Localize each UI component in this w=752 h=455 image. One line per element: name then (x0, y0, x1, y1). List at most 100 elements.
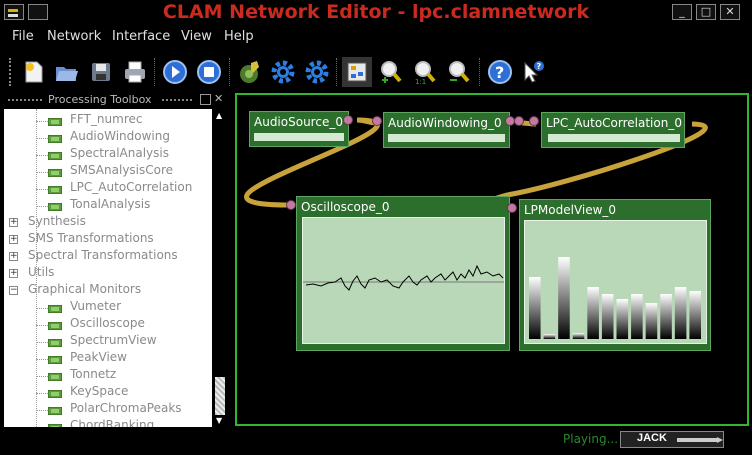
toolbox-leaf-item[interactable]: Tonnetz (47, 367, 116, 382)
toolbox-leaf-label: KeySpace (70, 384, 129, 398)
expand-toggle[interactable]: + (9, 269, 18, 278)
lpmodel-bar (587, 287, 599, 339)
toolbox-leaf-item[interactable]: AudioWindowing (47, 129, 170, 144)
expand-toggle[interactable]: + (9, 235, 18, 244)
backend-icon[interactable] (302, 57, 332, 87)
toolbox-leaf-item[interactable]: FFT_numrec (47, 112, 143, 127)
print-icon[interactable] (120, 57, 150, 87)
compile-icon[interactable] (235, 57, 265, 87)
toolbar-separator (229, 58, 231, 86)
toolbox-leaf-label: FFT_numrec (70, 112, 143, 126)
toolbar: 1:1 ? ? (0, 52, 752, 92)
toolbox-leaf-label: LPC_AutoCorrelation (70, 180, 193, 194)
out-port[interactable] (343, 115, 353, 125)
tree-branch-line (36, 359, 50, 360)
toolbox-category[interactable]: Graphical Monitors (28, 282, 141, 296)
processing-name: LPC_AutoCorrelation_0 (546, 116, 682, 130)
lpmodel-bar (558, 257, 570, 339)
toolbar-grip[interactable] (9, 58, 13, 86)
processing-icon (47, 302, 63, 314)
processing-name: AudioWindowing_0 (388, 116, 502, 130)
toolbox-leaf-label: Vumeter (70, 299, 122, 313)
in-port[interactable] (514, 116, 524, 126)
processing-lpc-autocorrelation[interactable]: LPC_AutoCorrelation_0 (541, 112, 685, 148)
toolbox-leaf-item[interactable]: SpectrumView (47, 333, 157, 348)
main-window: CLAM Network Editor - lpc.clamnetwork _ … (0, 0, 752, 455)
toolbox-leaf-label: PolarChromaPeaks (70, 401, 182, 415)
toolbar-separator (479, 58, 481, 86)
maximize-button[interactable]: □ (696, 4, 716, 20)
in-port[interactable] (507, 203, 517, 213)
toolbox-leaf-item[interactable]: PeakView (47, 350, 127, 365)
processing-icon (47, 115, 63, 127)
toolbox-scrollbar[interactable]: ▲ ▼ (212, 109, 228, 427)
scroll-thumb[interactable] (215, 377, 225, 415)
settings-icon[interactable] (268, 57, 298, 87)
toolbox-leaf-item[interactable]: PolarChromaPeaks (47, 401, 182, 416)
menu-network[interactable]: Network (47, 29, 101, 44)
lpmodel-bar (543, 334, 556, 339)
zoom-reset-icon[interactable]: 1:1 (410, 57, 440, 87)
toolbox-leaf-item[interactable]: KeySpace (47, 384, 129, 399)
lpmodel-display (524, 220, 707, 344)
menu-interface[interactable]: Interface (112, 29, 170, 44)
open-icon[interactable] (52, 57, 82, 87)
float-dock-button[interactable] (200, 94, 211, 105)
toolbox-leaf-item[interactable]: ChordRanking (47, 418, 154, 427)
new-network-icon[interactable] (19, 57, 49, 87)
toolbox-leaf-item[interactable]: TonalAnalysis (47, 197, 151, 212)
minimize-button[interactable]: _ (672, 4, 692, 20)
title-bar: CLAM Network Editor - lpc.clamnetwork _ … (0, 0, 752, 26)
scroll-down-arrow[interactable]: ▼ (216, 416, 222, 425)
processing-audiosource[interactable]: AudioSource_0 (249, 111, 349, 147)
tree-branch-line (36, 393, 50, 394)
oscilloscope-display (302, 217, 505, 344)
menu-help[interactable]: Help (224, 29, 254, 44)
toolbox-leaf-item[interactable]: Oscilloscope (47, 316, 145, 331)
toolbox-category[interactable]: Spectral Transformations (28, 248, 178, 262)
toolbox-leaf-item[interactable]: Vumeter (47, 299, 122, 314)
whats-this-icon[interactable]: ? (518, 57, 548, 87)
close-button[interactable]: ✕ (720, 4, 740, 20)
zoom-out-icon[interactable] (444, 57, 474, 87)
processing-lpmodelview[interactable]: LPModelView_0 (519, 199, 711, 351)
processing-audiowindowing[interactable]: AudioWindowing_0 (383, 112, 510, 148)
save-icon[interactable] (86, 57, 116, 87)
tree-branch-line (36, 138, 50, 139)
in-port[interactable] (286, 200, 296, 210)
expand-toggle[interactable]: + (9, 252, 18, 261)
toolbox-leaf-label: SMSAnalysisCore (70, 163, 174, 177)
zoom-in-icon[interactable] (376, 57, 406, 87)
processing-icon (47, 166, 63, 178)
toolbox-leaf-label: AudioWindowing (70, 129, 170, 143)
lpmodel-bar (631, 294, 643, 339)
toolbox-leaf-label: TonalAnalysis (70, 197, 151, 211)
in-port[interactable] (529, 116, 539, 126)
processing-icon[interactable] (342, 57, 372, 87)
processing-name: LPModelView_0 (524, 203, 617, 217)
collapse-toggle[interactable]: − (9, 286, 18, 295)
toolbox-leaf-item[interactable]: LPC_AutoCorrelation (47, 180, 193, 195)
lpmodel-bars (529, 257, 701, 339)
stop-icon[interactable] (194, 57, 224, 87)
menu-view[interactable]: View (181, 29, 212, 44)
close-dock-button[interactable]: ✕ (214, 92, 223, 105)
processing-oscilloscope[interactable]: Oscilloscope_0 (296, 196, 510, 351)
jack-label: JACK (637, 432, 667, 444)
toolbox-leaf-label: SpectralAnalysis (70, 146, 169, 160)
network-canvas[interactable]: AudioSource_0 AudioWindowing_0 LPC_AutoC… (235, 93, 749, 426)
processing-icon (47, 336, 63, 348)
tree-branch-line (36, 155, 50, 156)
svg-text:?: ? (495, 63, 504, 82)
toolbox-category[interactable]: Utils (28, 265, 54, 279)
toolbox-category[interactable]: SMS Transformations (28, 231, 154, 245)
scroll-up-arrow[interactable]: ▲ (216, 111, 222, 120)
help-icon[interactable]: ? (485, 57, 515, 87)
toolbox-leaf-item[interactable]: SMSAnalysisCore (47, 163, 174, 178)
toolbox-leaf-item[interactable]: SpectralAnalysis (47, 146, 169, 161)
oscilloscope-waveform (303, 264, 504, 291)
play-icon[interactable] (160, 57, 190, 87)
expand-toggle[interactable]: + (9, 218, 18, 227)
menu-file[interactable]: File (12, 29, 34, 44)
in-port[interactable] (372, 116, 382, 126)
